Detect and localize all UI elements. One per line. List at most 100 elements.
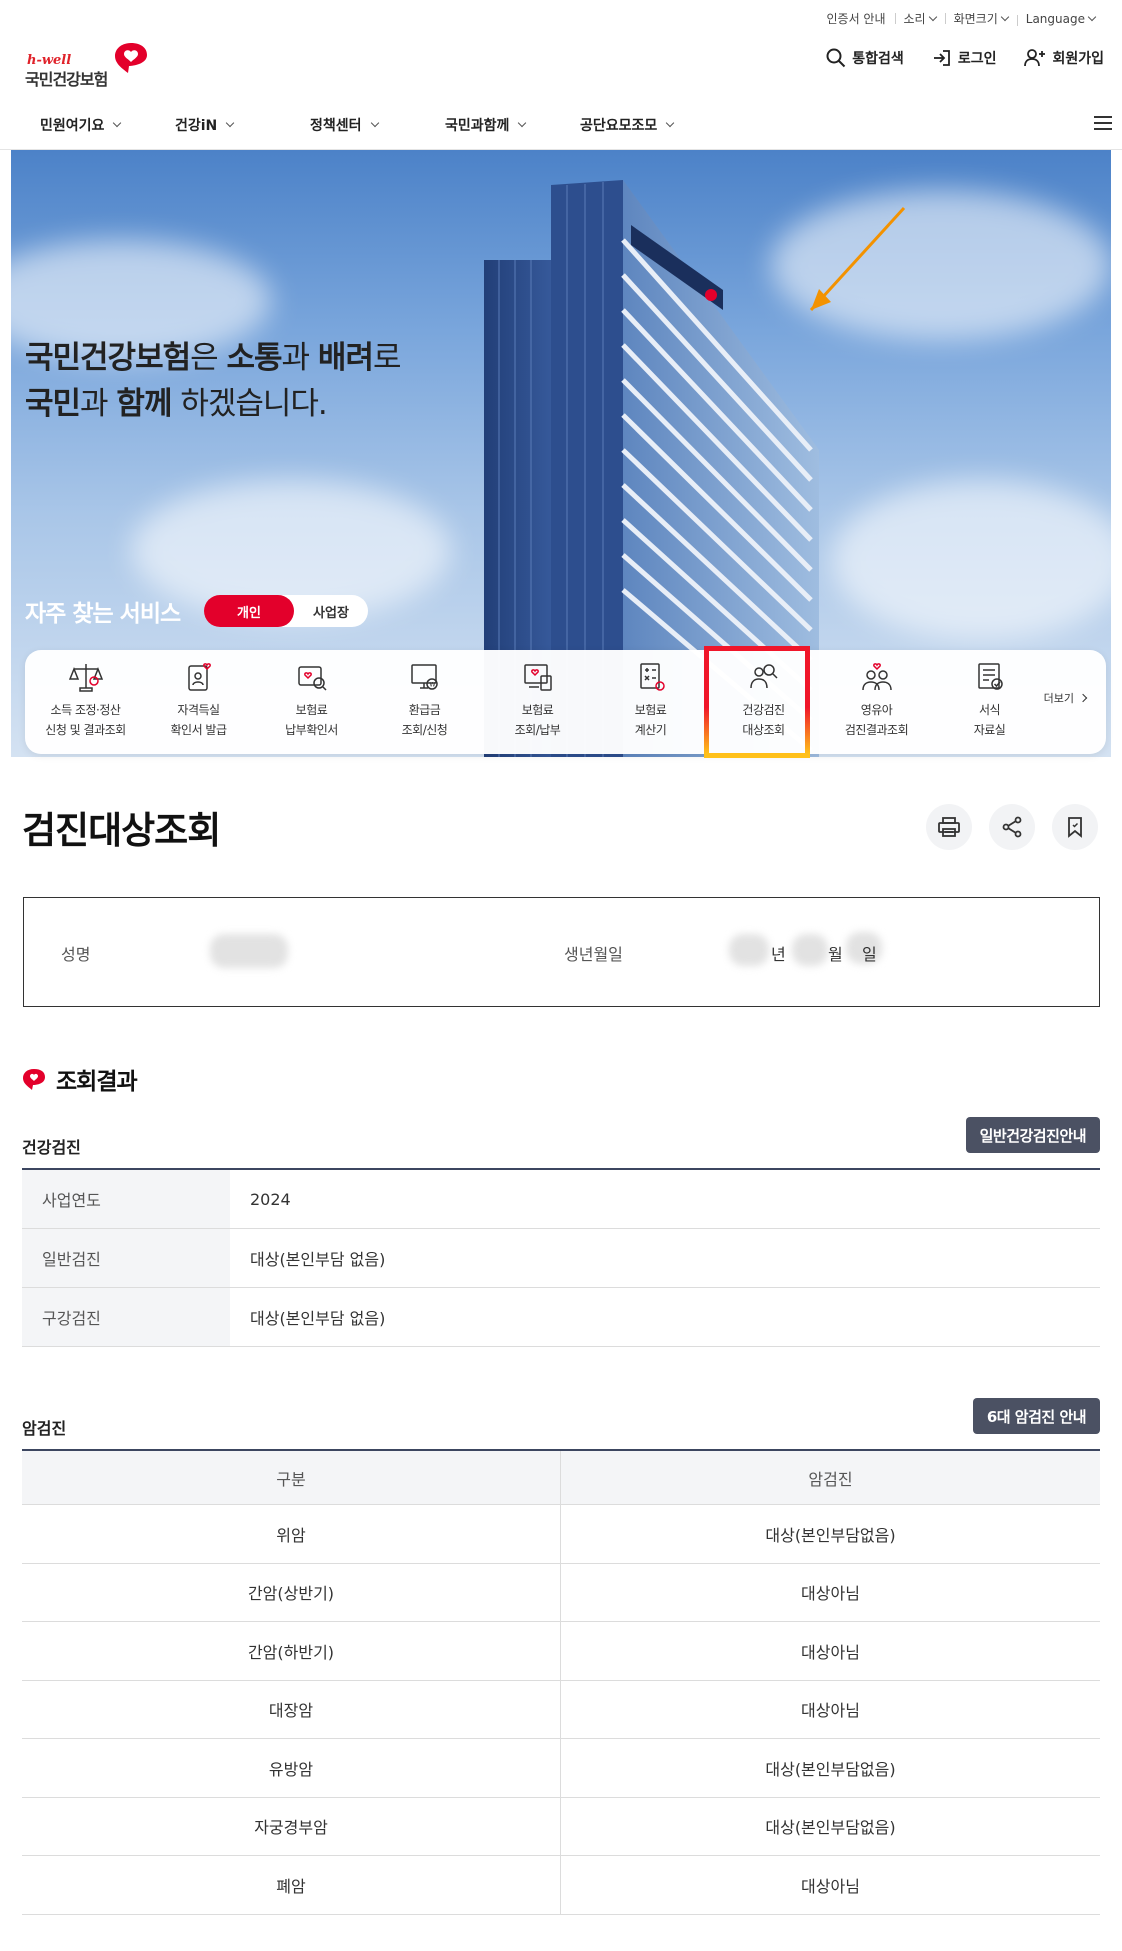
document-check-icon: [977, 663, 1003, 690]
certificate-icon: [187, 663, 211, 691]
main-nav: 민원여기요 건강iN 정책센터 국민과함께 공단요모조모: [0, 100, 1122, 150]
bookmark-icon: [1068, 817, 1082, 838]
chevron-right-icon: [1078, 693, 1088, 703]
hamburger-menu-icon[interactable]: [1094, 116, 1112, 130]
service-refund-inquiry[interactable]: W 환급금 조회/신청: [368, 650, 481, 754]
svg-text:W: W: [429, 682, 435, 689]
chevron-down-icon: [370, 118, 379, 127]
nav-item-policy[interactable]: 정책센터: [310, 115, 379, 135]
table-row: 대장암 대상아님: [22, 1680, 1100, 1739]
nav-item-about[interactable]: 공단요모조모: [580, 115, 675, 135]
service-income-adjustment[interactable]: 소득 조정·정산 신청 및 결과조회: [29, 650, 142, 754]
chevron-down-icon: [928, 12, 937, 21]
scale-icon: [68, 664, 103, 692]
nav-item-health[interactable]: 건강iN: [175, 115, 235, 135]
table-row: 위암 대상(본인부담없음): [22, 1505, 1100, 1564]
frequent-services-title: 자주 찾는 서비스: [25, 601, 181, 627]
chevron-down-icon: [226, 118, 235, 127]
search-icon: [826, 48, 846, 68]
column-header: 구분: [276, 1469, 306, 1489]
cancer-type: 간암(하반기): [247, 1642, 335, 1662]
nav-item-civil[interactable]: 민원여기요: [40, 115, 122, 135]
site-logo[interactable]: h-well 국민건강보험: [25, 40, 155, 89]
cancer-status: 대상아님: [560, 1856, 1100, 1914]
chevron-down-icon: [1087, 12, 1097, 21]
row-key: 일반검진: [22, 1229, 230, 1287]
join-button[interactable]: 회원가입: [1024, 48, 1104, 68]
more-services-link[interactable]: 더보기: [1044, 690, 1088, 706]
cert-guide-link[interactable]: 인증서 안내: [817, 10, 894, 27]
share-icon: [1002, 816, 1022, 838]
payment-search-icon: [297, 666, 327, 691]
service-premium-calculator[interactable]: 보험료 계산기: [594, 650, 707, 754]
cancer-type: 대장암: [268, 1701, 314, 1721]
user-add-icon: [1024, 49, 1046, 67]
birth-month-unit: 월: [828, 945, 843, 964]
calculator-icon: [639, 663, 665, 691]
heart-logo-icon: [115, 43, 147, 73]
cancer-status: 대상(본인부담없음): [560, 1505, 1100, 1563]
birthdate-label: 생년월일: [564, 945, 623, 964]
nav-item-with-people[interactable]: 국민과함께: [445, 115, 527, 135]
column-header: 암검진: [560, 1451, 1100, 1504]
table-row: 간암(상반기) 대상아님: [22, 1563, 1100, 1622]
cancer-checkup-guide-button[interactable]: 6대 암검진 안내: [972, 1398, 1100, 1434]
redacted-birth-year: [729, 934, 769, 966]
birth-day-unit: 일: [862, 945, 877, 964]
header-actions: 통합검색 로그인 회원가입: [826, 48, 1104, 68]
zoom-menu[interactable]: 화면크기: [944, 10, 1017, 27]
health-checkup-title: 건강검진: [22, 1138, 81, 1157]
logo-name: 국민건강보험: [25, 70, 108, 89]
frequent-services-bar: 소득 조정·정산 신청 및 결과조회 자격득실 확인서 발급 보험료 납부확인서 W …: [25, 650, 1106, 754]
chevron-down-icon: [113, 118, 122, 127]
heart-logo-icon: [23, 1069, 45, 1090]
birth-year-unit: 년: [771, 945, 786, 964]
service-premium-payment[interactable]: 보험료 조회/납부: [481, 650, 594, 754]
cancer-type: 유방암: [268, 1759, 314, 1779]
row-key: 사업연도: [22, 1170, 230, 1228]
row-value: 대상(본인부담 없음): [250, 1250, 386, 1269]
cancer-checkup-table: 구분 암검진 위암 대상(본인부담없음) 간암(상반기) 대상아님 간암(하반기) 대상…: [22, 1449, 1100, 1915]
table-row: 간암(하반기) 대상아님: [22, 1622, 1100, 1681]
general-checkup-guide-button[interactable]: 일반건강검진안내: [965, 1117, 1100, 1153]
redacted-name: [210, 934, 288, 968]
language-menu[interactable]: Language: [1016, 12, 1104, 26]
table-row: 구강검진 대상(본인부담 없음): [22, 1288, 1100, 1347]
sound-menu[interactable]: 소리: [894, 10, 945, 27]
print-button[interactable]: [926, 804, 972, 850]
service-payment-confirmation[interactable]: 보험료 납부확인서: [255, 650, 368, 754]
user-info-box: 성명 생년월일 년 월 일: [23, 897, 1100, 1007]
page: 인증서 안내 소리 화면크기 Language h-well 국민건강보험 통합…: [0, 0, 1122, 1951]
table-row: 폐암 대상아님: [22, 1856, 1100, 1915]
service-forms-library[interactable]: 서식 자료실: [933, 650, 1046, 754]
utility-bar: 인증서 안내 소리 화면크기 Language: [817, 10, 1104, 27]
cancer-type: 폐암: [276, 1876, 306, 1896]
highlight-box: [704, 646, 810, 758]
page-title: 검진대상조회: [22, 809, 221, 852]
login-icon: [933, 50, 950, 66]
bookmark-button[interactable]: [1052, 804, 1098, 850]
cancer-status: 대상아님: [560, 1563, 1100, 1621]
login-button[interactable]: 로그인: [932, 48, 996, 68]
toggle-business[interactable]: 사업장: [294, 602, 368, 621]
result-heading: 조회결과: [22, 1062, 138, 1096]
share-button[interactable]: [989, 804, 1035, 850]
table-row: 유방암 대상(본인부담없음): [22, 1739, 1100, 1798]
cancer-type: 위암: [276, 1525, 306, 1545]
print-icon: [938, 817, 960, 837]
search-button[interactable]: 통합검색: [826, 48, 904, 68]
refund-monitor-icon: W: [410, 664, 438, 690]
name-label: 성명: [61, 945, 91, 964]
table-row: 일반검진 대상(본인부담 없음): [22, 1229, 1100, 1288]
toggle-personal[interactable]: 개인: [204, 595, 294, 627]
service-infant-checkup[interactable]: 영유아 검진결과조회: [820, 650, 933, 754]
service-qualification-certificate[interactable]: 자격득실 확인서 발급: [142, 650, 255, 754]
bill-pay-icon: [523, 664, 552, 691]
table-row: 사업연도 2024: [22, 1170, 1100, 1229]
chevron-down-icon: [1000, 12, 1010, 21]
hero-slogan: 국민건강보험은 소통과 배려로 국민과 함께 하겠습니다.: [25, 340, 401, 422]
row-value: 2024: [250, 1189, 291, 1209]
table-header: 구분 암검진: [22, 1451, 1100, 1505]
row-value: 대상(본인부담 없음): [250, 1309, 386, 1328]
service-type-toggle: 개인 사업장: [204, 595, 368, 627]
